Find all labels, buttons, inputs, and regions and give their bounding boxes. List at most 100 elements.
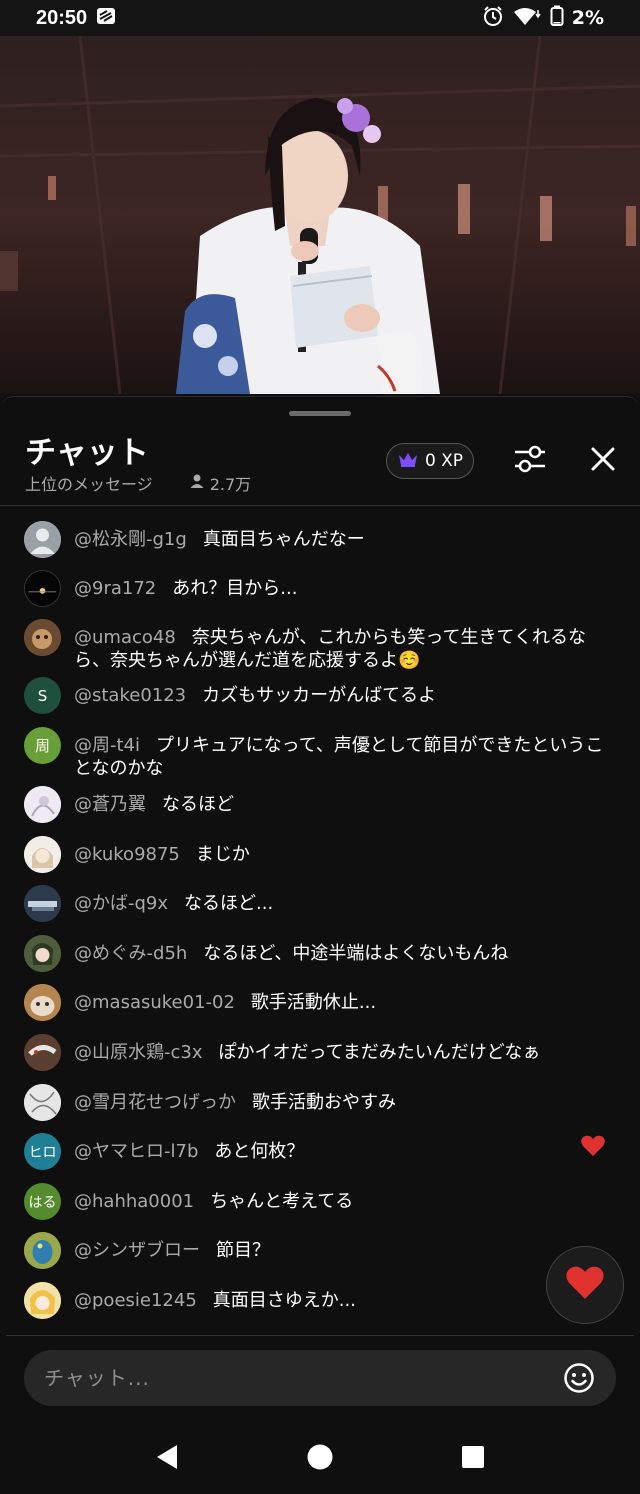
message-author[interactable]: @ヤマヒロ-l7b bbox=[74, 1141, 198, 1162]
default-user-icon bbox=[24, 521, 61, 558]
message-author[interactable]: @masasuke01-02 bbox=[74, 992, 235, 1013]
message-author[interactable]: @かば-q9x bbox=[74, 893, 168, 914]
avatar-image bbox=[24, 1034, 61, 1071]
home-button[interactable] bbox=[300, 1437, 340, 1477]
viewer-count-text: 2.7万 bbox=[209, 475, 252, 494]
chat-message[interactable]: @poesie1245 真面目さゆえか... bbox=[24, 1282, 616, 1319]
message-body: @シンザブロー 節目？ bbox=[74, 1232, 609, 1262]
input-divider bbox=[6, 1335, 634, 1336]
message-body: @umaco48 奈央ちゃんが、これからも笑って生きてくれるなら、奈央ちゃんが選ん… bbox=[74, 619, 609, 672]
video-frame bbox=[0, 36, 640, 394]
recents-button[interactable] bbox=[453, 1437, 493, 1477]
avatar[interactable] bbox=[24, 1084, 61, 1121]
chat-panel: チャット 上位のメッセージ 2.7万 0 XP @松永剛-g1g 真面目ちゃんだ… bbox=[0, 396, 640, 1494]
message-author[interactable]: @9ra172 bbox=[74, 578, 156, 599]
chat-message[interactable]: ヒロ @ヤマヒロ-l7b あと何枚？ bbox=[24, 1133, 616, 1170]
sliders-icon bbox=[513, 444, 547, 478]
message-author[interactable]: @poesie1245 bbox=[74, 1290, 197, 1311]
message-text: なるほど bbox=[162, 794, 234, 815]
avatar[interactable]: はる bbox=[24, 1183, 61, 1220]
avatar[interactable] bbox=[24, 935, 61, 972]
message-author[interactable]: @kuko9875 bbox=[74, 844, 180, 865]
avatar-image bbox=[24, 786, 61, 823]
chat-message[interactable]: @松永剛-g1g 真面目ちゃんだなー bbox=[24, 521, 616, 558]
chat-message[interactable]: 周 @周-t4i プリキュアになって、声優として節目ができたということなのかな bbox=[24, 727, 616, 780]
message-text: まじか bbox=[195, 844, 250, 865]
chat-message[interactable]: @kuko9875 まじか bbox=[24, 836, 616, 873]
top-messages-filter[interactable]: 上位のメッセージ bbox=[25, 471, 153, 495]
xp-button[interactable]: 0 XP bbox=[386, 443, 474, 479]
message-body: @9ra172 あれ？目から... bbox=[74, 570, 609, 600]
emoji-button[interactable] bbox=[562, 1361, 596, 1395]
message-text: プリキュアになって、声優として節目ができたということなのかな bbox=[74, 735, 604, 779]
status-time: 20:50 bbox=[36, 6, 88, 29]
close-icon bbox=[590, 446, 616, 476]
chat-input[interactable] bbox=[44, 1366, 562, 1390]
message-body: @めぐみ-d5h なるほど、中途半端はよくないもんね bbox=[74, 935, 609, 965]
chat-message[interactable]: S @stake0123 カズもサッカーがんばてるよ bbox=[24, 677, 616, 714]
heart-reaction-button[interactable] bbox=[546, 1246, 624, 1324]
avatar[interactable] bbox=[24, 1034, 61, 1071]
chat-settings-button[interactable] bbox=[508, 441, 552, 481]
message-body: @松永剛-g1g 真面目ちゃんだなー bbox=[74, 521, 609, 551]
message-author[interactable]: @stake0123 bbox=[74, 685, 186, 706]
message-text: なるほど... bbox=[184, 893, 274, 914]
avatar-image bbox=[24, 836, 61, 873]
chat-message[interactable]: @蒼乃翼 なるほど bbox=[24, 786, 616, 823]
avatar[interactable] bbox=[24, 836, 61, 873]
message-author[interactable]: @山原水鶏-c3x bbox=[74, 1042, 203, 1063]
avatar-image bbox=[24, 984, 61, 1021]
floating-heart-icon bbox=[580, 1134, 606, 1164]
chat-message[interactable]: @めぐみ-d5h なるほど、中途半端はよくないもんね bbox=[24, 935, 616, 972]
avatar[interactable] bbox=[24, 1282, 61, 1319]
chat-input-bar[interactable] bbox=[24, 1350, 616, 1406]
chat-message[interactable]: @かば-q9x なるほど... bbox=[24, 885, 616, 922]
home-circle-icon bbox=[307, 1444, 333, 1470]
live-video-player[interactable] bbox=[0, 36, 640, 394]
avatar[interactable] bbox=[24, 885, 61, 922]
message-author[interactable]: @めぐみ-d5h bbox=[74, 943, 187, 964]
avatar[interactable] bbox=[24, 570, 61, 607]
avatar-initial: S bbox=[37, 686, 48, 705]
close-chat-button[interactable] bbox=[582, 441, 624, 481]
message-author[interactable]: @hahha0001 bbox=[74, 1191, 194, 1212]
avatar[interactable] bbox=[24, 786, 61, 823]
chat-message[interactable]: @umaco48 奈央ちゃんが、これからも笑って生きてくれるなら、奈央ちゃんが選ん… bbox=[24, 619, 616, 672]
message-text: あれ？目から... bbox=[172, 578, 298, 599]
avatar[interactable] bbox=[24, 984, 61, 1021]
avatar[interactable] bbox=[24, 1232, 61, 1269]
message-author[interactable]: @松永剛-g1g bbox=[74, 529, 187, 550]
avatar[interactable]: ヒロ bbox=[24, 1133, 61, 1170]
wifi-icon bbox=[512, 6, 542, 31]
message-body: @poesie1245 真面目さゆえか... bbox=[74, 1282, 609, 1312]
chat-message-list[interactable]: @松永剛-g1g 真面目ちゃんだなー @9ra172 あれ？目から... @umac… bbox=[0, 515, 640, 1325]
back-button[interactable] bbox=[147, 1437, 187, 1477]
avatar[interactable]: 周 bbox=[24, 727, 61, 764]
message-author[interactable]: @周-t4i bbox=[74, 735, 140, 756]
heart-icon bbox=[564, 1264, 606, 1306]
crown-icon bbox=[397, 450, 419, 473]
message-text: 歌手活動休止... bbox=[250, 992, 377, 1013]
message-author[interactable]: @雪月花せつげっか bbox=[74, 1092, 236, 1113]
avatar[interactable] bbox=[24, 619, 61, 656]
drag-handle[interactable] bbox=[289, 411, 351, 416]
chat-message[interactable]: @山原水鶏-c3x ぽかイオだってまだみたいんだけどなぁ bbox=[24, 1034, 616, 1071]
message-author[interactable]: @umaco48 bbox=[74, 627, 176, 648]
status-bar: 20:50 2% bbox=[0, 0, 640, 36]
chat-message[interactable]: @9ra172 あれ？目から... bbox=[24, 570, 616, 607]
chat-message[interactable]: はる @hahha0001 ちゃんと考えてる bbox=[24, 1183, 616, 1220]
system-nav-bar bbox=[0, 1420, 640, 1494]
avatar-image bbox=[24, 1282, 61, 1319]
message-author[interactable]: @蒼乃翼 bbox=[74, 794, 146, 815]
chat-message[interactable]: @雪月花せつげっか 歌手活動おやすみ bbox=[24, 1084, 616, 1121]
stacked-app-icon bbox=[95, 6, 117, 31]
message-text: ぽかイオだってまだみたいんだけどなぁ bbox=[218, 1042, 541, 1063]
smiley-icon bbox=[564, 1363, 594, 1393]
chat-message[interactable]: @masasuke01-02 歌手活動休止... bbox=[24, 984, 616, 1021]
message-text: ちゃんと考えてる bbox=[210, 1191, 354, 1212]
avatar-initial: ヒロ bbox=[28, 1144, 57, 1161]
avatar[interactable]: S bbox=[24, 677, 61, 714]
message-author[interactable]: @シンザブロー bbox=[74, 1240, 200, 1261]
avatar[interactable] bbox=[24, 521, 61, 558]
chat-message[interactable]: @シンザブロー 節目？ bbox=[24, 1232, 616, 1269]
